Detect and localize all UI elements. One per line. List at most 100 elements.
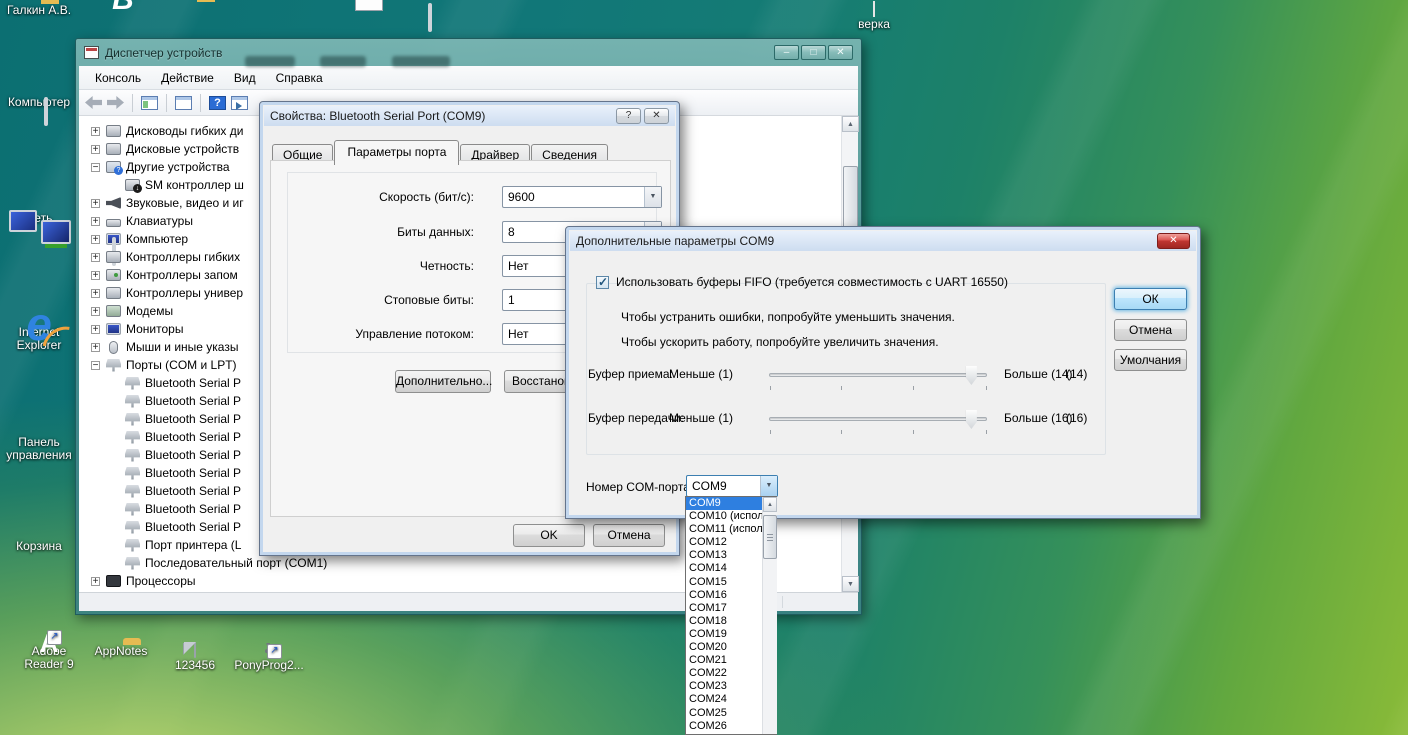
tree-expander-icon[interactable] — [91, 343, 100, 352]
device-icon — [106, 287, 121, 299]
transmit-buffer-slider[interactable] — [769, 417, 987, 421]
ok-button[interactable]: ОК — [1114, 288, 1187, 310]
tree-expander-icon[interactable] — [91, 271, 100, 280]
tree-item-label[interactable]: Bluetooth Serial P — [145, 448, 241, 462]
tree-item-label[interactable]: Порты (COM и LPT) — [126, 358, 237, 372]
tree-item-label[interactable]: Другие устройства — [126, 160, 230, 174]
properties-icon[interactable] — [175, 96, 192, 110]
menu-item[interactable]: Вид — [224, 68, 266, 88]
desktop-icon-computer-top[interactable] — [386, 0, 460, 2]
close-button[interactable]: ✕ — [644, 108, 669, 124]
ok-button[interactable]: OK — [513, 524, 585, 547]
menu-item[interactable]: Консоль — [85, 68, 151, 88]
tree-item-label[interactable]: Контроллеры универ — [126, 286, 243, 300]
desktop-icon-black-square[interactable]: верка — [836, 2, 912, 31]
dialog-titlebar[interactable]: Дополнительные параметры COM9 ✕ — [570, 231, 1196, 251]
desktop-icon-computer[interactable]: Компьютер — [2, 94, 76, 109]
tree-item-label[interactable]: Контроллеры гибких — [126, 250, 240, 264]
receive-buffer-slider[interactable] — [769, 373, 987, 377]
maximize-button[interactable]: □ — [801, 45, 826, 60]
tree-item-label[interactable]: Bluetooth Serial P — [145, 376, 241, 390]
slider-min-label: Меньше (1) — [669, 411, 733, 425]
baud-rate-select[interactable]: 9600▼ — [502, 186, 662, 208]
tree-item-label[interactable]: Звуковые, видео и иг — [126, 196, 244, 210]
tree-item-label[interactable]: Компьютер — [126, 232, 188, 246]
desktop-icon-123456[interactable]: 123456 — [158, 643, 232, 672]
scroll-up-icon[interactable]: ▲ — [842, 116, 859, 132]
tree-item-label[interactable]: Модемы — [126, 304, 173, 318]
tree-item-label[interactable]: SM контроллер ш — [145, 178, 244, 192]
tree-item-label[interactable]: Контроллеры запом — [126, 268, 238, 282]
desktop-icon-folder[interactable] — [158, 0, 232, 2]
show-console-tree-icon[interactable] — [141, 96, 158, 110]
minimize-button[interactable]: – — [774, 45, 799, 60]
tree-expander-icon[interactable] — [91, 217, 100, 226]
com-port-select[interactable]: COM9 ▼ — [686, 475, 778, 497]
desktop-icon-network[interactable]: Сеть — [2, 210, 76, 225]
desktop-icon-recycle-bin[interactable]: Корзина — [2, 538, 76, 553]
tree-expander-icon[interactable] — [91, 145, 100, 154]
tree-expander-icon[interactable] — [91, 577, 100, 586]
tree-expander-icon[interactable] — [91, 325, 100, 334]
tree-item-label[interactable]: Последовательный порт (COM1) — [145, 556, 327, 570]
tree-item-label[interactable]: Мониторы — [126, 322, 183, 336]
cancel-button[interactable]: Отмена — [593, 524, 665, 547]
desktop-icon-ponyprog[interactable]: PonyProg2... — [232, 643, 306, 672]
tree-item-label[interactable]: Bluetooth Serial P — [145, 484, 241, 498]
device-icon — [106, 233, 121, 245]
desktop-icon-control-panel[interactable]: Панель управления — [2, 434, 76, 462]
dialog-titlebar[interactable]: Свойства: Bluetooth Serial Port (COM9) ?… — [264, 106, 675, 126]
tree-item-label[interactable]: Дисковые устройств — [126, 142, 239, 156]
menu-item[interactable]: Справка — [266, 68, 333, 88]
menu-item[interactable]: Действие — [151, 68, 224, 88]
tree-expander-icon[interactable] — [91, 235, 100, 244]
tree-item-label[interactable]: Bluetooth Serial P — [145, 502, 241, 516]
tree-item-label[interactable]: Клавиатуры — [126, 214, 193, 228]
fifo-checkbox[interactable] — [596, 276, 609, 289]
desktop-icon-printer[interactable] — [308, 0, 382, 2]
desktop-icon-internet-explorer[interactable]: e Internet Explorer — [2, 324, 76, 352]
scroll-up-icon[interactable]: ▲ — [763, 497, 777, 512]
tree-expander-icon[interactable] — [91, 307, 100, 316]
scrollbar-thumb[interactable] — [763, 515, 777, 559]
tree-expander-icon[interactable] — [91, 199, 100, 208]
advanced-button[interactable]: Дополнительно... — [395, 370, 491, 393]
forward-icon[interactable] — [107, 96, 124, 109]
close-button[interactable]: ✕ — [1157, 233, 1190, 249]
back-icon[interactable] — [85, 96, 102, 109]
cancel-button[interactable]: Отмена — [1114, 319, 1187, 341]
tree-expander-icon[interactable] — [91, 361, 100, 370]
desktop-icon-user-folder[interactable]: Галкин А.В. — [2, 2, 76, 17]
tree-item-label[interactable]: Bluetooth Serial P — [145, 412, 241, 426]
help-icon[interactable]: ? — [209, 96, 226, 110]
dropdown-scrollbar[interactable]: ▲ — [762, 497, 777, 734]
scroll-down-icon[interactable]: ▼ — [842, 576, 859, 592]
desktop-icon-image — [194, 642, 196, 658]
close-button[interactable]: ✕ — [828, 45, 853, 60]
desktop-icon-adobe-reader[interactable]: A Adobe Reader 9 — [12, 643, 86, 671]
tree-item-label[interactable]: Мыши и иные указы — [126, 340, 238, 354]
desktop-icon-serial-cable[interactable] — [232, 0, 306, 2]
window-titlebar[interactable]: Диспетчер устройств – □ ✕ — [76, 39, 861, 66]
tree-expander-icon[interactable] — [91, 289, 100, 298]
tree-item-label[interactable]: Bluetooth Serial P — [145, 394, 241, 408]
tree-item-label[interactable]: Порт принтера (L — [145, 538, 241, 552]
scrollbar-thumb[interactable] — [843, 166, 858, 230]
export-list-icon[interactable] — [231, 96, 248, 110]
tree-item-label[interactable]: Дисководы гибких ди — [126, 124, 243, 138]
tree-item-label[interactable]: Bluetooth Serial P — [145, 430, 241, 444]
tree-item-label[interactable]: Процессоры — [126, 574, 196, 588]
desktop-icon-appnotes[interactable]: AppNotes — [84, 643, 158, 658]
tree-expander-icon[interactable] — [91, 127, 100, 136]
chevron-down-icon[interactable]: ▼ — [760, 476, 777, 496]
help-button[interactable]: ? — [616, 108, 641, 124]
tab-port-settings[interactable]: Параметры порта — [334, 140, 459, 165]
desktop-icon-bluetooth[interactable]: B — [86, 0, 160, 2]
tree-item-label[interactable]: Bluetooth Serial P — [145, 520, 241, 534]
tree-item-label[interactable]: Bluetooth Serial P — [145, 466, 241, 480]
tree-expander-icon[interactable] — [91, 253, 100, 262]
chevron-down-icon[interactable]: ▼ — [644, 187, 661, 207]
slider-min-label: Меньше (1) — [669, 367, 733, 381]
defaults-button[interactable]: Умолчания — [1114, 349, 1187, 371]
tree-expander-icon[interactable] — [91, 163, 100, 172]
